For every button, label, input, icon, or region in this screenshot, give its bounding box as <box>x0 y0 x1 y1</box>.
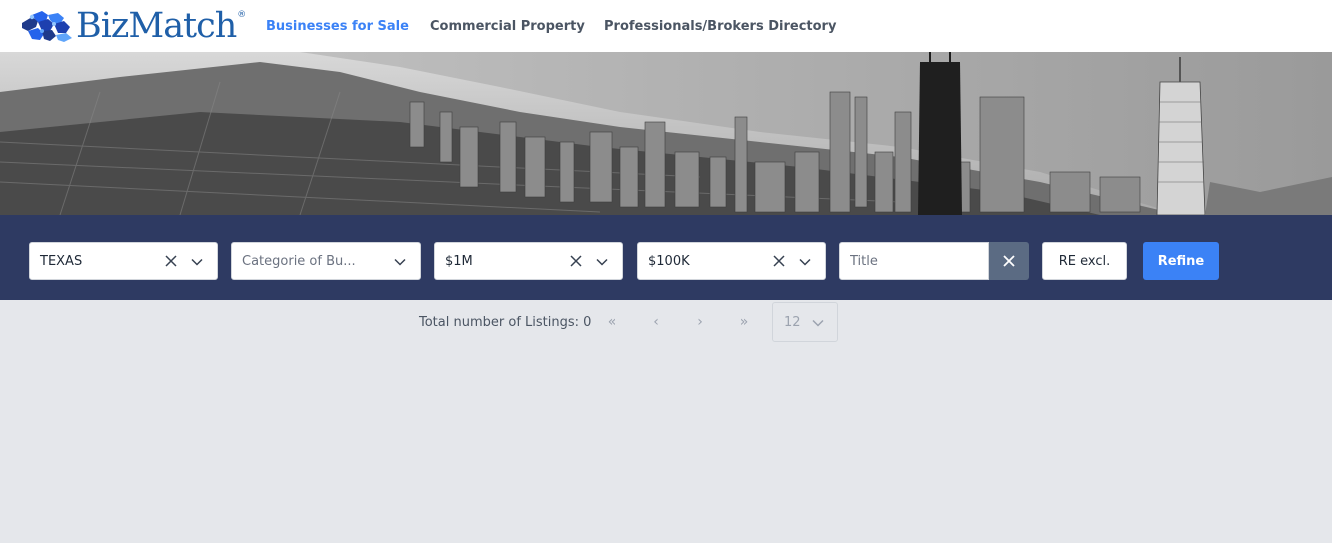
chevron-down-icon[interactable] <box>798 255 812 269</box>
clear-title-button[interactable] <box>989 242 1029 280</box>
chevron-down-icon[interactable] <box>190 255 204 269</box>
city-skyline-banner <box>0 52 1332 215</box>
chevron-down-icon[interactable] <box>595 255 609 269</box>
nav-professionals-brokers-directory[interactable]: Professionals/Brokers Directory <box>604 19 836 34</box>
last-page-button[interactable]: » <box>732 313 756 331</box>
filter-bar: TEXAS Categorie of Bu... $1M $100K RE ex… <box>0 215 1332 300</box>
category-select[interactable]: Categorie of Bu... <box>231 242 421 280</box>
chevron-down-icon <box>812 319 824 327</box>
max-price-value: $1M <box>445 254 473 269</box>
nav-commercial-property[interactable]: Commercial Property <box>430 19 585 34</box>
max-price-select[interactable]: $1M <box>434 242 623 280</box>
puzzle-logo-icon <box>22 11 72 42</box>
category-select-placeholder: Categorie of Bu... <box>242 254 356 269</box>
double-chevron-right-icon: » <box>739 314 749 330</box>
state-select[interactable]: TEXAS <box>29 242 218 280</box>
chevron-left-icon: ‹ <box>653 314 659 330</box>
refine-button[interactable]: Refine <box>1143 242 1219 280</box>
logo-wordmark: BizMatch <box>76 6 237 46</box>
min-cashflow-select[interactable]: $100K <box>637 242 826 280</box>
top-navbar: BizMatch ® Businesses for Sale Commercia… <box>0 0 1332 52</box>
double-chevron-left-icon: « <box>607 314 617 330</box>
title-search-input[interactable] <box>839 242 989 280</box>
clear-icon[interactable] <box>569 254 583 268</box>
min-cashflow-value: $100K <box>648 254 690 269</box>
close-icon <box>1003 255 1015 267</box>
first-page-button[interactable]: « <box>600 313 624 331</box>
page-size-value: 12 <box>784 315 801 330</box>
page-size-select[interactable]: 12 <box>772 302 838 342</box>
total-listings-count: Total number of Listings: 0 <box>419 315 592 330</box>
prev-page-button[interactable]: ‹ <box>644 313 668 331</box>
clear-icon[interactable] <box>164 254 178 268</box>
chevron-down-icon[interactable] <box>393 255 407 269</box>
clear-icon[interactable] <box>772 254 786 268</box>
chevron-right-icon: › <box>697 314 703 330</box>
registered-mark: ® <box>237 10 247 20</box>
re-excl-button[interactable]: RE excl. <box>1042 242 1127 280</box>
state-select-value: TEXAS <box>40 254 83 269</box>
next-page-button[interactable]: › <box>688 313 712 331</box>
nav-businesses-for-sale[interactable]: Businesses for Sale <box>266 19 409 34</box>
bizmatch-logo[interactable]: BizMatch ® <box>20 6 246 46</box>
